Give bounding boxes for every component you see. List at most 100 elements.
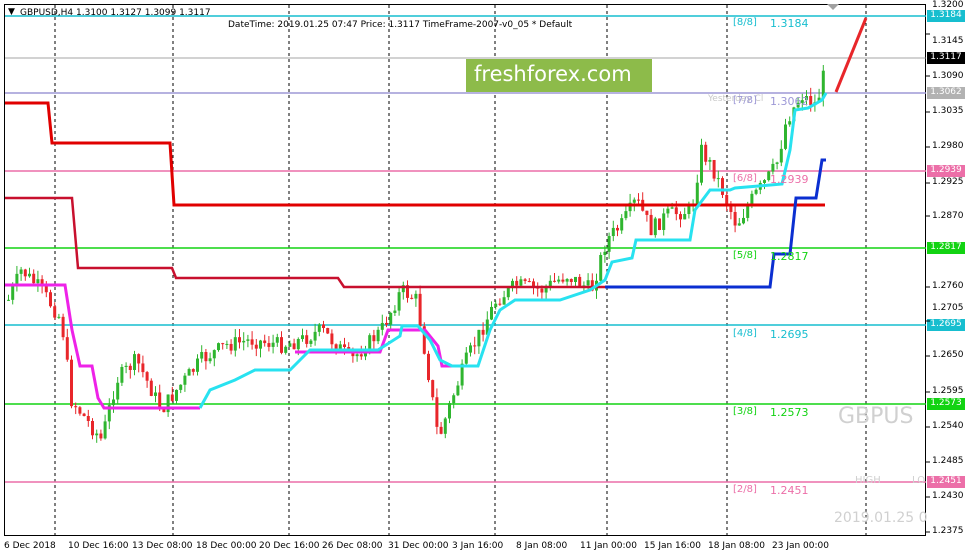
candle-body	[124, 365, 128, 367]
time-tick: 3 Jan 16:00	[452, 541, 504, 551]
candle-body	[19, 269, 23, 274]
candle-body	[620, 218, 624, 231]
info-line: DateTime: 2019.01.25 07:47 Price: 1.3117…	[228, 20, 573, 30]
candle-body	[414, 293, 418, 299]
candle-body	[116, 382, 120, 400]
candle-body	[376, 329, 380, 342]
candle-body	[557, 279, 561, 282]
candle-body	[364, 353, 367, 357]
candle-body	[385, 322, 388, 325]
candle-body	[313, 331, 317, 341]
candle-body	[624, 211, 628, 219]
axis-box-5-8: 1.2817	[930, 242, 962, 252]
candle-body	[284, 346, 288, 353]
candle-body	[666, 208, 670, 214]
candle-body	[569, 279, 573, 282]
candle-body	[477, 329, 481, 347]
candle-body	[469, 345, 472, 353]
candle-body	[658, 218, 661, 230]
candle-body	[103, 421, 107, 439]
axis-box-3-8: 1.2573	[930, 398, 962, 408]
time-tick: 13 Dec 08:00	[132, 541, 193, 551]
candle-body	[427, 353, 430, 381]
time-tick: 20 Dec 16:00	[259, 541, 320, 551]
price-tick: 1.2870	[932, 211, 964, 221]
candle-body	[788, 121, 792, 125]
candle-body	[217, 343, 220, 351]
watermark-text: freshforex.com	[474, 62, 632, 86]
candle-body	[754, 189, 758, 194]
candle-body	[158, 392, 162, 409]
symbol-header-icon: ▼	[8, 7, 15, 17]
level-2-8-value: 1.2451	[770, 484, 809, 497]
candle-body	[481, 329, 485, 335]
axis-ticks	[926, 33, 930, 533]
price-tick: 1.3035	[932, 106, 964, 116]
candle-body	[410, 297, 414, 299]
candle-body	[317, 324, 321, 332]
candle-body	[179, 384, 183, 390]
price-tick: 1.2375	[932, 526, 964, 536]
candle-body	[99, 433, 103, 439]
level-7-8-value: 1.3062	[770, 95, 809, 108]
candle-body	[607, 236, 611, 252]
time-tick: 6 Dec 2018	[4, 541, 56, 551]
time-tick: 18 Jan 08:00	[708, 541, 765, 551]
candle-body	[645, 210, 649, 215]
symbol-header: GBPUSD,H4 1.3100 1.3127 1.3099 1.3117	[20, 8, 211, 18]
candle-body	[292, 343, 296, 350]
candle-body	[389, 312, 393, 325]
price-tick: 1.3090	[932, 71, 964, 81]
candle-body	[372, 335, 376, 342]
candle-body	[418, 293, 422, 327]
candle-body	[296, 339, 300, 350]
candle-body	[519, 279, 523, 286]
magenta-trail	[5, 283, 200, 410]
candle-body	[674, 207, 678, 215]
candle-body	[712, 159, 716, 179]
candle-body	[154, 392, 157, 396]
candle-body	[238, 337, 241, 343]
candle-body	[259, 340, 262, 349]
candle-body	[637, 199, 640, 201]
candle-body	[343, 344, 346, 348]
candle-body	[225, 343, 229, 345]
candle-body	[128, 365, 132, 370]
candle-body	[288, 343, 292, 347]
candle-body	[490, 306, 493, 320]
level-8-8-label: [8/8]	[733, 17, 757, 28]
candle-body	[301, 335, 304, 340]
candles-layer	[7, 64, 825, 443]
candle-body	[775, 162, 779, 164]
candle-body	[254, 344, 258, 349]
candle-body	[737, 223, 741, 226]
candle-body	[431, 380, 435, 398]
axis-box-4-8: 1.2695	[930, 319, 962, 329]
time-tick: 23 Jan 00:00	[772, 541, 829, 551]
time-tick: 31 Dec 00:00	[388, 541, 449, 551]
candle-body	[86, 416, 90, 421]
candle-body	[380, 322, 384, 330]
chart-window[interactable]: ▼ GBPUSD,H4 1.3100 1.3127 1.3099 1.3117 …	[0, 0, 970, 558]
price-tick: 1.2430	[932, 491, 964, 501]
indicator-lines	[5, 17, 868, 410]
candle-body	[32, 273, 36, 284]
candle-body	[439, 426, 443, 434]
candle-body	[679, 214, 682, 220]
candle-body	[57, 316, 61, 318]
level-3-8-label: [3/8]	[733, 406, 757, 417]
price-tick: 1.3200	[932, 0, 964, 10]
candle-body	[586, 280, 590, 286]
candle-body	[515, 280, 519, 286]
price-tick: 1.2760	[932, 281, 964, 291]
candle-body	[700, 144, 703, 183]
candle-body	[280, 337, 283, 353]
low-label: LO	[912, 475, 926, 486]
candle-body	[53, 306, 57, 318]
candle-body	[603, 251, 607, 255]
shift-marker-icon[interactable]	[827, 4, 839, 10]
candle-body	[561, 279, 565, 282]
candle-body	[149, 380, 153, 396]
price-tick: 1.3145	[932, 36, 964, 46]
candle-body	[82, 413, 86, 417]
